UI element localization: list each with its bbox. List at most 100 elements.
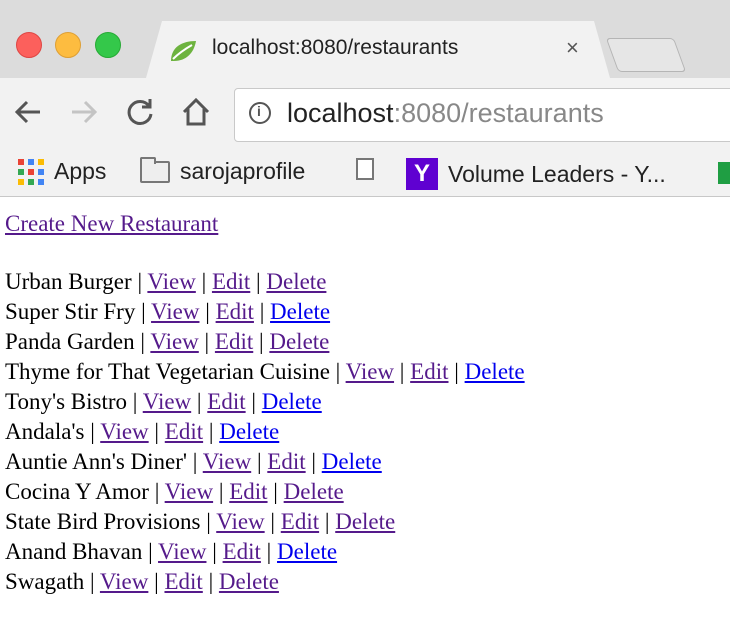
view-link[interactable]: View bbox=[143, 389, 191, 414]
delete-link[interactable]: Delete bbox=[269, 329, 329, 354]
separator: | bbox=[187, 449, 203, 474]
separator: | bbox=[135, 299, 152, 324]
view-link[interactable]: View bbox=[158, 539, 206, 564]
separator: | bbox=[199, 299, 216, 324]
restaurant-name: Urban Burger bbox=[5, 269, 132, 294]
separator: | bbox=[84, 569, 100, 594]
separator: | bbox=[319, 509, 336, 534]
bookmark-sheet-icon[interactable] bbox=[718, 162, 730, 184]
separator: | bbox=[203, 419, 220, 444]
view-link[interactable]: View bbox=[151, 299, 199, 324]
restaurant-row: Thyme for That Vegetarian Cuisine | View… bbox=[5, 357, 525, 387]
restaurant-row: Urban Burger | View | Edit | Delete bbox=[5, 267, 525, 297]
separator: | bbox=[245, 389, 262, 414]
restaurant-list: Urban Burger | View | Edit | Delete Super… bbox=[5, 267, 525, 597]
view-link[interactable]: View bbox=[150, 329, 198, 354]
bookmark-label: sarojaprofile bbox=[180, 158, 306, 184]
bookmark-label: Volume Leaders - Y... bbox=[448, 160, 666, 187]
new-tab-button[interactable] bbox=[605, 38, 687, 72]
separator: | bbox=[84, 419, 101, 444]
restaurant-row: State Bird Provisions | View | Edit | De… bbox=[5, 507, 525, 537]
edit-link[interactable]: Edit bbox=[267, 449, 305, 474]
url-host: localhost bbox=[287, 98, 394, 128]
restaurant-name: Auntie Ann's Diner' bbox=[5, 449, 188, 474]
apps-grid-icon bbox=[18, 158, 44, 185]
restaurant-row: Panda Garden | View | Edit | Delete bbox=[5, 327, 525, 357]
edit-link[interactable]: Edit bbox=[229, 479, 267, 504]
edit-link[interactable]: Edit bbox=[165, 419, 203, 444]
delete-link[interactable]: Delete bbox=[266, 269, 326, 294]
back-arrow-icon[interactable] bbox=[12, 96, 44, 128]
maximize-window-button[interactable] bbox=[95, 32, 121, 58]
separator: | bbox=[206, 539, 223, 564]
separator: | bbox=[202, 569, 219, 594]
edit-link[interactable]: Edit bbox=[215, 329, 253, 354]
reload-icon[interactable] bbox=[124, 96, 156, 128]
delete-link[interactable]: Delete bbox=[322, 449, 382, 474]
create-restaurant-link[interactable]: Create New Restaurant bbox=[5, 211, 525, 237]
restaurant-row: Super Stir Fry | View | Edit | Delete bbox=[5, 297, 525, 327]
separator: | bbox=[191, 389, 208, 414]
bookmark-page[interactable] bbox=[356, 158, 374, 180]
edit-link[interactable]: Edit bbox=[216, 299, 254, 324]
restaurant-name: Thyme for That Vegetarian Cuisine bbox=[5, 359, 330, 384]
active-tab[interactable]: localhost:8080/restaurants × bbox=[146, 21, 610, 78]
close-window-button[interactable] bbox=[16, 32, 42, 58]
delete-link[interactable]: Delete bbox=[270, 299, 330, 324]
separator: | bbox=[448, 359, 465, 384]
yahoo-icon: Y bbox=[406, 158, 438, 190]
bookmark-apps[interactable]: Apps bbox=[18, 158, 106, 185]
edit-link[interactable]: Edit bbox=[281, 509, 319, 534]
view-link[interactable]: View bbox=[203, 449, 251, 474]
separator: | bbox=[127, 389, 143, 414]
separator: | bbox=[148, 569, 165, 594]
file-icon bbox=[356, 158, 374, 180]
restaurant-row: Swagath | View | Edit | Delete bbox=[5, 567, 525, 597]
delete-link[interactable]: Delete bbox=[335, 509, 395, 534]
restaurant-name: Panda Garden bbox=[5, 329, 135, 354]
edit-link[interactable]: Edit bbox=[410, 359, 448, 384]
delete-link[interactable]: Delete bbox=[284, 479, 344, 504]
view-link[interactable]: View bbox=[165, 479, 213, 504]
tab-close-icon[interactable]: × bbox=[566, 35, 579, 61]
delete-link[interactable]: Delete bbox=[219, 419, 279, 444]
bookmark-volume-leaders[interactable]: Y Volume Leaders - Y... bbox=[406, 158, 666, 190]
view-link[interactable]: View bbox=[147, 269, 195, 294]
restaurant-name: Andala's bbox=[5, 419, 85, 444]
toolbar: localhost:8080/restaurants bbox=[0, 78, 730, 150]
spring-leaf-icon bbox=[171, 41, 196, 61]
delete-link[interactable]: Delete bbox=[465, 359, 525, 384]
forward-arrow-icon[interactable] bbox=[68, 96, 100, 128]
delete-link[interactable]: Delete bbox=[262, 389, 322, 414]
separator: | bbox=[198, 329, 215, 354]
tab-title: localhost:8080/restaurants bbox=[212, 36, 459, 59]
info-icon[interactable] bbox=[249, 102, 271, 124]
edit-link[interactable]: Edit bbox=[207, 389, 245, 414]
address-bar[interactable]: localhost:8080/restaurants bbox=[234, 88, 730, 142]
page-content: Create New Restaurant Urban Burger | Vie… bbox=[5, 197, 525, 597]
home-icon[interactable] bbox=[180, 96, 212, 128]
edit-link[interactable]: Edit bbox=[212, 269, 250, 294]
edit-link[interactable]: Edit bbox=[164, 569, 202, 594]
delete-link[interactable]: Delete bbox=[277, 539, 337, 564]
restaurant-row: Anand Bhavan | View | Edit | Delete bbox=[5, 537, 525, 567]
restaurant-name: Tony's Bistro bbox=[5, 389, 128, 414]
url-text: localhost:8080/restaurants bbox=[287, 98, 604, 129]
separator: | bbox=[253, 299, 271, 324]
restaurant-name: Anand Bhavan bbox=[5, 539, 143, 564]
restaurant-row: Cocina Y Amor | View | Edit | Delete bbox=[5, 477, 525, 507]
edit-link[interactable]: Edit bbox=[223, 539, 261, 564]
view-link[interactable]: View bbox=[216, 509, 264, 534]
restaurant-name: State Bird Provisions bbox=[5, 509, 201, 534]
view-link[interactable]: View bbox=[346, 359, 394, 384]
minimize-window-button[interactable] bbox=[55, 32, 81, 58]
separator: | bbox=[250, 269, 267, 294]
restaurant-row: Tony's Bistro | View | Edit | Delete bbox=[5, 387, 525, 417]
restaurant-row: Auntie Ann's Diner' | View | Edit | Dele… bbox=[5, 447, 525, 477]
separator: | bbox=[148, 419, 165, 444]
view-link[interactable]: View bbox=[100, 569, 148, 594]
view-link[interactable]: View bbox=[100, 419, 148, 444]
separator: | bbox=[131, 269, 148, 294]
delete-link[interactable]: Delete bbox=[219, 569, 279, 594]
bookmark-sarojaprofile[interactable]: sarojaprofile bbox=[140, 156, 306, 185]
